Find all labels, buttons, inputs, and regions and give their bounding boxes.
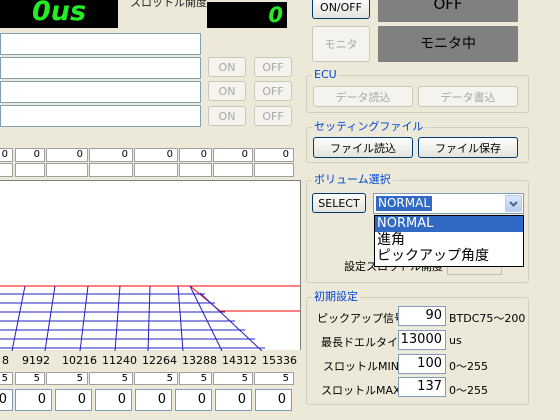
value-box[interactable]: 0 bbox=[15, 389, 52, 411]
value-box[interactable]: 0 bbox=[55, 389, 92, 411]
grid-cell[interactable]: 5 bbox=[89, 372, 133, 385]
off-button-1[interactable]: OFF bbox=[254, 57, 292, 77]
input-field-1[interactable] bbox=[0, 33, 201, 55]
grid-cell[interactable]: 5 bbox=[179, 372, 212, 385]
pickup-signal-input[interactable]: 90 bbox=[398, 306, 446, 326]
grid-cell[interactable]: 0 bbox=[179, 148, 212, 162]
input-field-2[interactable] bbox=[0, 57, 201, 79]
grid-cell[interactable] bbox=[213, 163, 253, 177]
value-box[interactable]: 0 bbox=[135, 389, 172, 411]
grid-cell[interactable] bbox=[89, 163, 133, 177]
settings-file-group-title: セッティングファイル bbox=[312, 120, 426, 133]
throttle-min-unit: 0〜255 bbox=[449, 360, 488, 373]
grid-cell[interactable]: 5 bbox=[134, 372, 178, 385]
grid-cell[interactable]: 0 bbox=[134, 148, 178, 162]
dropdown-option-normal[interactable]: NORMAL bbox=[375, 216, 523, 232]
grid-cell[interactable]: 0 bbox=[213, 148, 253, 162]
max-dwell-input[interactable]: 13000 bbox=[398, 330, 446, 350]
onoff-status-display: OFF bbox=[378, 0, 518, 22]
ecu-read-button[interactable]: データ読込 bbox=[313, 86, 413, 107]
grid-cell[interactable] bbox=[46, 163, 88, 177]
chevron-down-icon[interactable] bbox=[505, 195, 522, 212]
ecu-write-button[interactable]: データ書込 bbox=[418, 86, 518, 107]
grid-cell[interactable]: 5 bbox=[0, 372, 13, 385]
grid-cell[interactable]: 0 bbox=[89, 148, 133, 162]
off-button-3[interactable]: OFF bbox=[254, 106, 292, 126]
axis-tick-label: 14312 bbox=[222, 354, 257, 367]
grid-cell[interactable] bbox=[179, 163, 212, 177]
on-button-1[interactable]: ON bbox=[208, 57, 246, 77]
grid-cell[interactable] bbox=[0, 163, 13, 177]
grid-cell[interactable]: 5 bbox=[15, 372, 45, 385]
axis-tick-label: 10216 bbox=[62, 354, 97, 367]
grid-cell[interactable]: 0 bbox=[254, 148, 294, 162]
throttle-min-input[interactable]: 100 bbox=[398, 354, 446, 374]
input-field-4[interactable] bbox=[0, 105, 201, 127]
monitor-button[interactable]: モニタ bbox=[312, 26, 370, 62]
grid-cell[interactable]: 5 bbox=[213, 372, 253, 385]
volume-dropdown-list: NORMAL 進角 ピックアップ角度 bbox=[374, 215, 524, 267]
file-save-button[interactable]: ファイル保存 bbox=[418, 137, 518, 158]
input-field-3[interactable] bbox=[0, 81, 201, 103]
axis-tick-label: 12264 bbox=[142, 354, 177, 367]
axis-tick-label: 11240 bbox=[102, 354, 137, 367]
value-box[interactable]: 0 bbox=[0, 389, 13, 411]
onoff-button[interactable]: ON/OFF bbox=[312, 0, 370, 19]
grid-cell[interactable]: 0 bbox=[46, 148, 88, 162]
max-dwell-unit: us bbox=[449, 334, 462, 347]
map-surface-grid-rows bbox=[0, 293, 265, 349]
grid-cell[interactable]: 0 bbox=[0, 148, 13, 162]
throttle-min-label: スロットルMIN bbox=[323, 360, 399, 373]
monitor-status-display: モニタ中 bbox=[378, 26, 518, 62]
axis-tick-label: 15336 bbox=[262, 354, 297, 367]
throttle-label: スロットル開度 bbox=[130, 0, 207, 9]
off-button-2[interactable]: OFF bbox=[254, 81, 292, 101]
axis-tick-label: 9192 bbox=[22, 354, 50, 367]
rpm-display-value: 0us bbox=[31, 0, 87, 27]
select-button[interactable]: SELECT bbox=[312, 193, 366, 213]
throttle-max-label: スロットルMAX bbox=[321, 384, 401, 397]
throttle-max-input[interactable]: 137 bbox=[398, 377, 446, 397]
map-chart bbox=[0, 209, 300, 351]
throttle-max-unit: 0〜255 bbox=[449, 384, 488, 397]
throttle-display: 0 bbox=[207, 2, 287, 28]
dropdown-option-pickup-angle[interactable]: ピックアップ角度 bbox=[375, 248, 523, 264]
volume-combobox[interactable]: NORMAL bbox=[373, 193, 524, 214]
value-box[interactable]: 0 bbox=[215, 389, 252, 411]
pickup-signal-unit: BTDC75〜200 bbox=[449, 312, 526, 325]
max-dwell-label: 最長ドエルタイム bbox=[321, 336, 409, 349]
on-button-3[interactable]: ON bbox=[208, 106, 246, 126]
throttle-display-value: 0 bbox=[268, 3, 283, 27]
value-box[interactable]: 0 bbox=[95, 389, 132, 411]
grid-cell[interactable] bbox=[254, 163, 294, 177]
grid-cell[interactable]: 5 bbox=[254, 372, 294, 385]
pickup-signal-label: ピックアップ信号 bbox=[317, 312, 405, 325]
value-box[interactable]: 0 bbox=[255, 389, 292, 411]
axis-tick-label: 13288 bbox=[182, 354, 217, 367]
init-settings-group-title: 初期設定 bbox=[312, 290, 360, 303]
map-chart-panel bbox=[0, 180, 301, 351]
file-read-button[interactable]: ファイル読込 bbox=[313, 137, 413, 158]
axis-tick-label: 8 bbox=[2, 354, 9, 367]
on-button-2[interactable]: ON bbox=[208, 81, 246, 101]
volume-group-title: ボリューム選択 bbox=[312, 173, 393, 186]
grid-cell[interactable] bbox=[134, 163, 178, 177]
grid-cell[interactable]: 0 bbox=[15, 148, 45, 162]
volume-combobox-value: NORMAL bbox=[376, 196, 433, 211]
grid-cell[interactable] bbox=[15, 163, 45, 177]
value-box[interactable]: 0 bbox=[175, 389, 212, 411]
rpm-display: 0us bbox=[0, 0, 118, 28]
grid-cell[interactable]: 5 bbox=[46, 372, 88, 385]
ecu-group-title: ECU bbox=[312, 68, 339, 81]
dropdown-option-advance[interactable]: 進角 bbox=[375, 232, 523, 248]
